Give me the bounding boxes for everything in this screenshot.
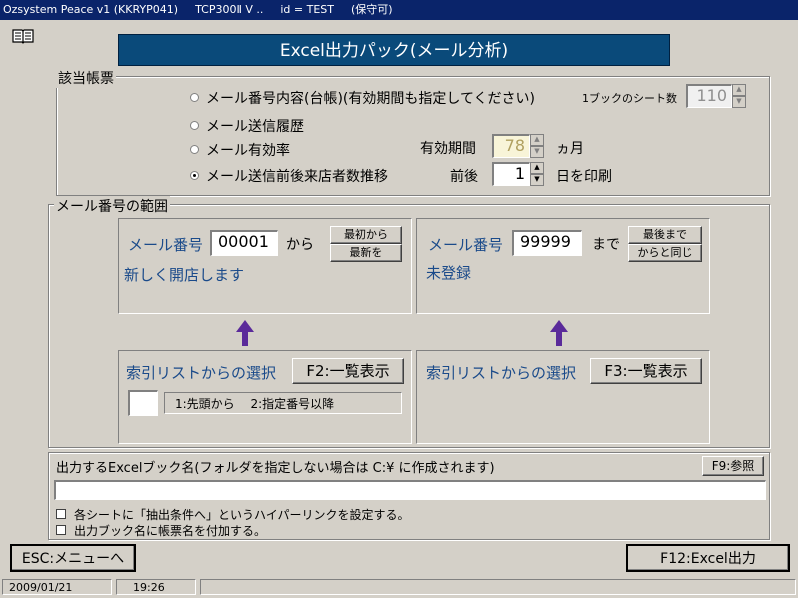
validity-label: 有効期間 (420, 141, 476, 157)
to-suffix: まで (592, 237, 620, 253)
sheet-count-down-icon[interactable]: ▼ (732, 96, 746, 108)
from-note: 新しく開店します (124, 266, 245, 284)
before-after-label: 前後 (450, 169, 478, 185)
report-option-visitors[interactable]: メール送信前後来店者数推移 (190, 166, 420, 185)
f9-browse-button[interactable]: F9:参照 (702, 456, 764, 476)
before-after-field[interactable]: 1 (492, 162, 530, 186)
open-book-icon[interactable] (12, 28, 34, 44)
to-label: メール番号 (428, 236, 504, 254)
report-group-legend: 該当帳票 (56, 68, 116, 88)
from-suffix: から (286, 237, 314, 253)
page-title: Excel出力パック(メール分析) (118, 34, 670, 66)
status-message (200, 579, 796, 595)
status-time: 19:26 (116, 579, 196, 595)
status-date: 2009/01/21 (2, 579, 112, 595)
radio-validity[interactable] (190, 145, 199, 154)
to-number-field[interactable]: 99999 (512, 230, 582, 256)
validity-down-icon[interactable]: ▼ (530, 146, 544, 158)
sheet-count-up-icon[interactable]: ▲ (732, 84, 746, 96)
to-note: 未登録 (426, 264, 472, 282)
title-terminal: TCP300Ⅱ V .. (195, 3, 264, 16)
to-last-button[interactable]: 最後まで (628, 226, 702, 244)
index-left-label: 索引リストからの選択 (126, 364, 277, 382)
from-first-button[interactable]: 最初から (330, 226, 402, 244)
output-filename-field[interactable] (54, 480, 766, 500)
esc-menu-button[interactable]: ESC:メニューへ (10, 544, 136, 572)
from-number-field[interactable]: 00001 (210, 230, 278, 256)
report-option-visitors-label: メール送信前後来店者数推移 (206, 169, 388, 185)
sheet-count-stepper[interactable]: ▲ ▼ (732, 84, 746, 108)
before-after-down-icon[interactable]: ▼ (530, 174, 544, 186)
radio-ledger[interactable] (190, 93, 199, 102)
report-option-ledger[interactable]: メール番号内容(台帳)(有効期間も指定してください) (190, 88, 570, 107)
f2-list-button[interactable]: F2:一覧表示 (292, 358, 404, 384)
validity-field[interactable]: 78 (492, 134, 530, 158)
title-permission: (保守可) (351, 3, 393, 16)
radio-history[interactable] (190, 121, 199, 130)
report-name-checkbox-label: 出力ブック名に帳票名を付加する。 (74, 524, 267, 538)
arrow-up-left-icon (236, 320, 254, 348)
radio-visitors[interactable] (190, 171, 199, 180)
range-group-legend: メール番号の範囲 (54, 196, 170, 216)
index-mode-hint: 1:先頭から 2:指定番号以降 (164, 392, 402, 414)
sheet-count-field[interactable]: 110 (686, 84, 732, 108)
hyperlink-checkbox[interactable] (56, 509, 66, 519)
title-user: id = TEST (280, 3, 334, 16)
window-titlebar: Ozsystem Peace v1 (KKRYP041) TCP300Ⅱ V ..… (0, 0, 798, 20)
sheet-count-label: 1ブックのシート数 (582, 92, 677, 105)
before-after-stepper[interactable]: ▲ ▼ (530, 162, 544, 186)
report-name-option[interactable]: 出力ブック名に帳票名を付加する。 (56, 522, 356, 538)
before-after-up-icon[interactable]: ▲ (530, 162, 544, 174)
report-option-validity[interactable]: メール有効率 (190, 140, 390, 159)
validity-up-icon[interactable]: ▲ (530, 134, 544, 146)
index-right-label: 索引リストからの選択 (426, 364, 577, 382)
from-newest-button[interactable]: 最新を (330, 244, 402, 262)
index-mode-field[interactable] (128, 390, 158, 416)
output-label: 出力するExcelブック名(フォルダを指定しない場合は C:¥ に作成されます) (56, 461, 495, 476)
hyperlink-checkbox-label: 各シートに「抽出条件へ」というハイパーリンクを設定する。 (74, 508, 410, 522)
report-option-validity-label: メール有効率 (206, 143, 290, 159)
title-app: Ozsystem Peace v1 (KKRYP041) (3, 3, 179, 16)
from-label: メール番号 (128, 236, 204, 254)
f3-list-button[interactable]: F3:一覧表示 (590, 358, 702, 384)
validity-stepper[interactable]: ▲ ▼ (530, 134, 544, 158)
report-option-history[interactable]: メール送信履歴 (190, 116, 390, 135)
before-after-unit: 日を印刷 (556, 169, 612, 185)
report-name-checkbox[interactable] (56, 525, 66, 535)
hyperlink-option[interactable]: 各シートに「抽出条件へ」というハイパーリンクを設定する。 (56, 506, 476, 522)
arrow-up-right-icon (550, 320, 568, 348)
to-same-button[interactable]: からと同じ (628, 244, 702, 262)
report-option-ledger-label: メール番号内容(台帳)(有効期間も指定してください) (206, 91, 536, 107)
f12-excel-output-button[interactable]: F12:Excel出力 (626, 544, 790, 572)
validity-unit: ヵ月 (556, 141, 584, 157)
report-option-history-label: メール送信履歴 (206, 119, 304, 135)
